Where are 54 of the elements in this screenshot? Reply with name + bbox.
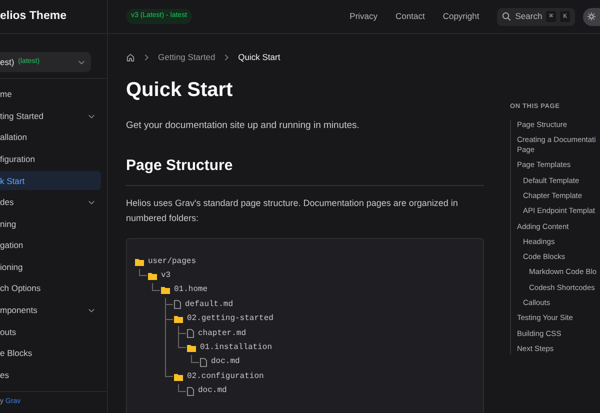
page-title: Quick Start <box>126 78 234 103</box>
sidebar-item[interactable]: k Start <box>0 171 101 190</box>
folder-icon <box>187 344 196 352</box>
sidebar-item[interactable]: ch Options <box>0 279 101 298</box>
tree-line <box>152 283 160 291</box>
chevron-down-icon <box>88 306 95 314</box>
sun-icon <box>587 12 596 21</box>
chevron-right-icon <box>223 54 230 61</box>
site-title[interactable]: elios Theme <box>0 0 108 34</box>
nav-link[interactable]: Copyright <box>442 10 480 23</box>
file-icon <box>174 300 181 310</box>
folder-icon <box>174 372 183 381</box>
nav-link[interactable]: Privacy <box>350 10 378 23</box>
breadcrumb-link[interactable]: Getting Started <box>158 51 216 64</box>
search-icon <box>502 12 512 21</box>
chevron-down-icon <box>78 58 85 66</box>
sidebar-item[interactable]: e Blocks <box>0 344 101 364</box>
folder-icon <box>174 315 183 324</box>
sidebar-item[interactable]: gation <box>0 236 101 256</box>
file-name: default.md <box>185 298 234 311</box>
sidebar-item[interactable]: ioning <box>0 258 101 277</box>
lead-text: Get your documentation site up and running in minutes. <box>126 118 360 133</box>
tree-line <box>191 355 199 363</box>
folder-name: 02.configuration <box>187 370 264 383</box>
theme-toggle[interactable] <box>583 8 600 26</box>
sidebar-item[interactable]: figuration <box>0 150 101 169</box>
nav-link[interactable]: Contact <box>396 10 425 23</box>
sidebar-item[interactable]: me <box>0 85 101 104</box>
paragraph: Helios uses Grav's standard page structure. Documentation pages are organized in numbered folders: <box>126 196 459 224</box>
folder-name: v3 <box>161 270 171 282</box>
file-name: doc.md <box>211 356 240 368</box>
sidebar-item[interactable]: outs <box>0 322 101 342</box>
tree-line <box>139 268 147 276</box>
sidebar-item[interactable]: ting Started <box>0 106 101 126</box>
home-icon[interactable] <box>126 52 135 62</box>
sidebar-item[interactable]: es <box>0 366 101 385</box>
sidebar-item[interactable]: des <box>0 192 101 212</box>
folder-name: user/pages <box>148 256 196 268</box>
chevron-down-icon <box>88 112 95 120</box>
tree-line <box>178 384 186 392</box>
chevron-right-icon <box>143 54 150 61</box>
folder-name: 01.home <box>174 284 208 296</box>
chevron-down-icon <box>88 198 95 206</box>
file-name: doc.md <box>198 385 227 398</box>
file-name: chapter.md <box>198 328 246 340</box>
folder-name: 01.installation <box>200 342 272 354</box>
sidebar-item[interactable]: allation <box>0 128 101 148</box>
file-icon <box>187 329 194 338</box>
sidebar-item[interactable]: mponents <box>0 300 101 320</box>
section-heading: Page Structure <box>126 155 484 186</box>
folder-name: 02.getting-started <box>187 313 274 326</box>
sidebar-item[interactable]: ning <box>0 214 101 234</box>
file-icon <box>200 358 207 367</box>
file-icon <box>187 386 194 396</box>
